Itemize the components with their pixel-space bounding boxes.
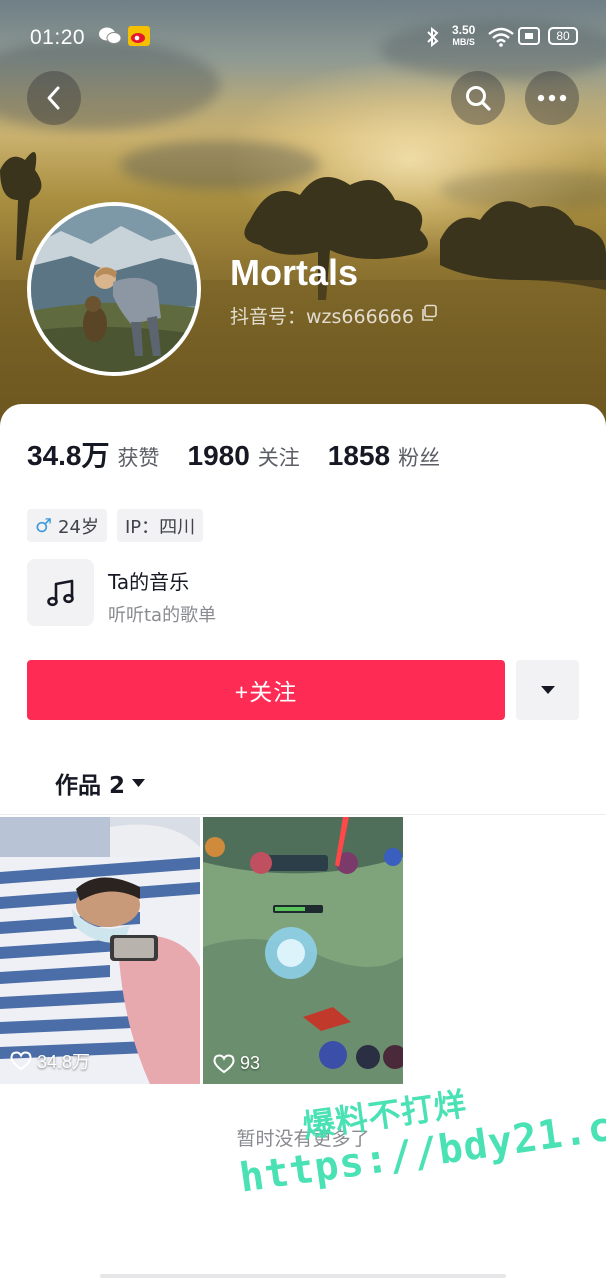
music-note-icon bbox=[46, 579, 74, 606]
status-time: 01:20 bbox=[30, 26, 86, 49]
search-icon bbox=[466, 86, 491, 111]
more-dots-icon bbox=[537, 94, 567, 102]
chevron-left-icon bbox=[47, 86, 60, 110]
stat-following-value: 1980 bbox=[187, 440, 250, 471]
wechat-icon bbox=[98, 26, 122, 51]
heart-icon bbox=[213, 1053, 235, 1073]
copy-icon[interactable] bbox=[420, 304, 438, 327]
music-subtitle: 听听ta的歌单 bbox=[108, 605, 217, 626]
stat-followers-value: 1858 bbox=[327, 440, 391, 471]
douyin-id: 抖音号：wzs666666 bbox=[230, 306, 414, 328]
tab-works-label: 作品 2 bbox=[55, 773, 126, 799]
video-cover-image bbox=[0, 817, 200, 1084]
wifi-icon bbox=[488, 27, 514, 52]
stat-followers-label: 粉丝 bbox=[398, 446, 441, 470]
douyin-id-row: 抖音号：wzs666666 bbox=[230, 302, 438, 329]
divider bbox=[0, 814, 606, 815]
recommend-dropdown-button[interactable] bbox=[516, 660, 579, 720]
stat-following[interactable]: 1980 关注 bbox=[188, 440, 300, 472]
network-speed-unit: MB/S bbox=[452, 37, 475, 47]
profile-nickname: Mortals bbox=[230, 252, 359, 293]
stat-followers[interactable]: 1858 粉丝 bbox=[328, 440, 440, 472]
heart-icon bbox=[10, 1051, 32, 1071]
video-like-value: 34.8万 bbox=[37, 1052, 91, 1072]
music-title[interactable]: Ta的音乐 bbox=[108, 566, 189, 595]
ip-location-text: IP：四川 bbox=[124, 516, 196, 538]
network-speed: 3.50 MB/S bbox=[452, 24, 475, 48]
male-icon: ♂ bbox=[35, 514, 53, 537]
weibo-icon bbox=[128, 26, 150, 51]
search-button[interactable] bbox=[451, 71, 505, 125]
triangle-down-icon bbox=[540, 686, 555, 694]
video-cover-image bbox=[203, 817, 403, 1084]
stat-likes-label: 获赞 bbox=[117, 446, 160, 470]
video-like-count: 93 bbox=[213, 1053, 260, 1074]
battery-level: 80 bbox=[548, 27, 578, 45]
stat-likes[interactable]: 34.8万 获赞 bbox=[27, 434, 160, 474]
sim-icon bbox=[518, 27, 540, 50]
back-button[interactable] bbox=[27, 71, 81, 125]
stat-likes-value: 34.8万 bbox=[27, 440, 110, 471]
video-thumbnail[interactable]: 93 bbox=[203, 817, 403, 1084]
home-indicator bbox=[100, 1274, 506, 1278]
ip-location-tag: IP：四川 bbox=[116, 509, 204, 542]
music-entry-button[interactable] bbox=[27, 559, 94, 626]
triangle-down-icon bbox=[132, 779, 146, 787]
video-like-count: 34.8万 bbox=[10, 1048, 90, 1074]
tab-works[interactable]: 作品 2 bbox=[55, 766, 146, 800]
bluetooth-icon bbox=[426, 26, 440, 52]
video-thumbnail[interactable]: 34.8万 bbox=[0, 817, 200, 1084]
age-tag: ♂ 24岁 bbox=[27, 509, 107, 542]
profile-stats: 34.8万 获赞 1980 关注 1858 粉丝 bbox=[27, 434, 468, 474]
stat-following-label: 关注 bbox=[257, 446, 300, 470]
age-text: 24岁 bbox=[58, 516, 99, 538]
more-options-button[interactable] bbox=[525, 71, 579, 125]
avatar-image bbox=[31, 206, 197, 372]
status-bar: 01:20 3.50 MB/S 80 bbox=[0, 0, 606, 74]
video-like-value: 93 bbox=[240, 1053, 261, 1073]
network-speed-value: 3.50 bbox=[452, 23, 476, 37]
profile-tags: ♂ 24岁 IP：四川 bbox=[27, 509, 204, 542]
avatar[interactable] bbox=[27, 202, 201, 376]
follow-button[interactable]: +关注 bbox=[27, 660, 505, 720]
